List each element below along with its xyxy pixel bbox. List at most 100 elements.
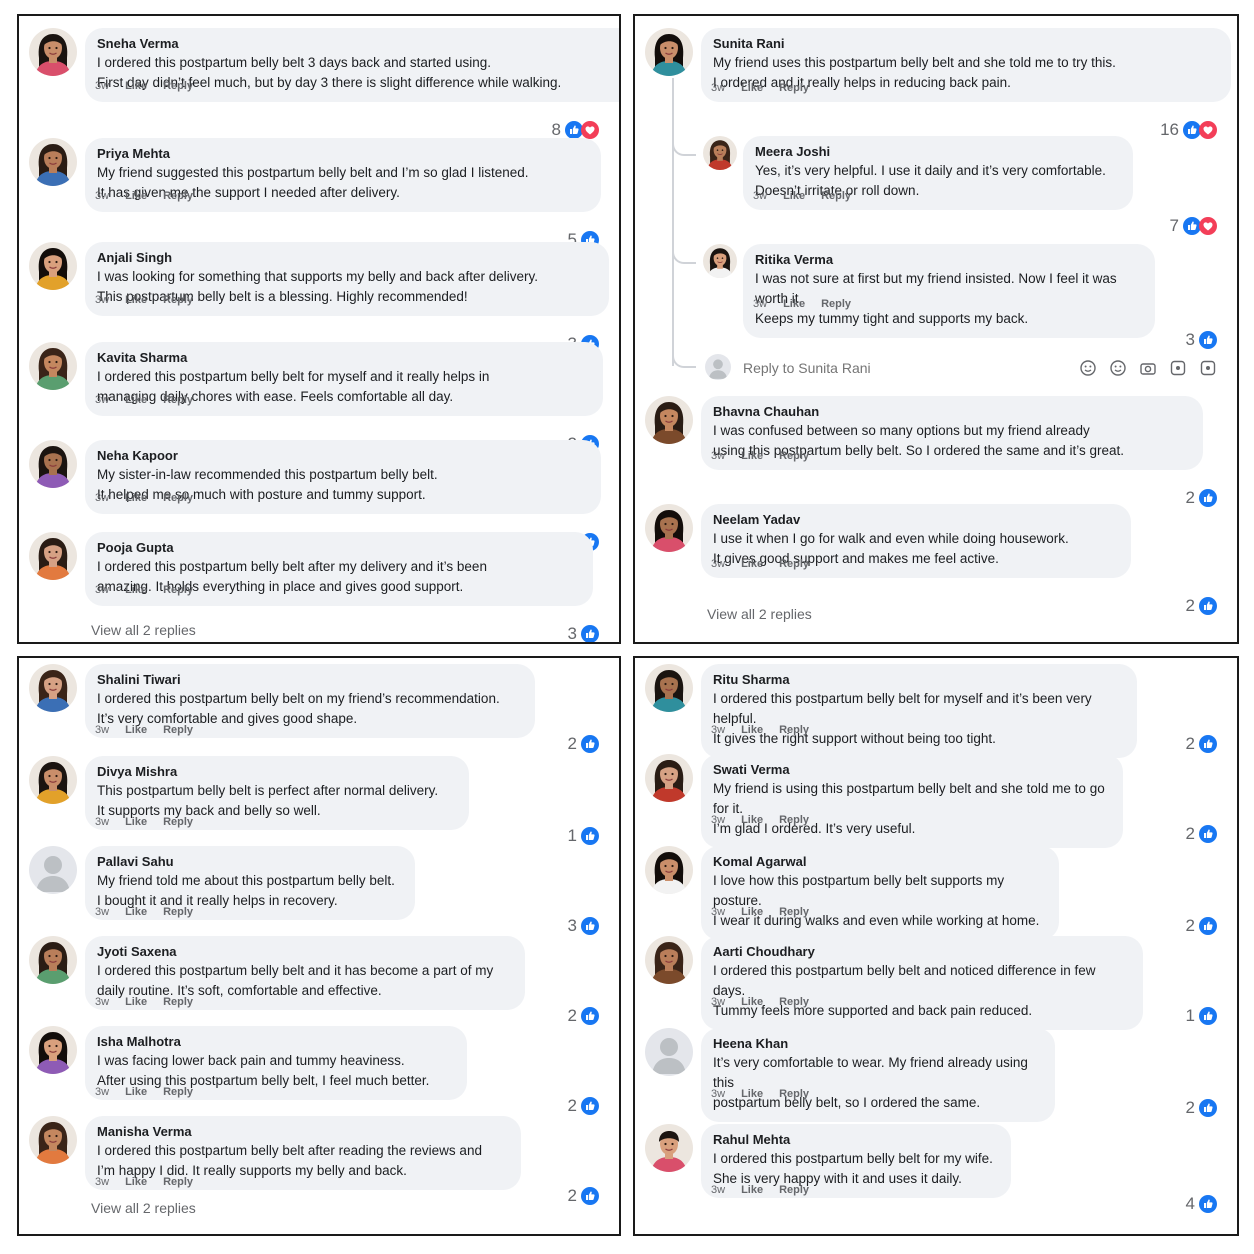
- reply-link[interactable]: Reply: [779, 906, 809, 918]
- commenter-name[interactable]: Kavita Sharma: [97, 349, 591, 367]
- reaction-summary[interactable]: 3: [568, 916, 599, 936]
- like-link[interactable]: Like: [741, 1088, 763, 1100]
- like-link[interactable]: Like: [125, 80, 147, 92]
- reply-link[interactable]: Reply: [163, 724, 193, 736]
- commenter-name[interactable]: Isha Malhotra: [97, 1033, 455, 1051]
- like-link[interactable]: Like: [741, 724, 763, 736]
- commenter-name[interactable]: Komal Agarwal: [713, 853, 1047, 871]
- like-link[interactable]: Like: [125, 724, 147, 736]
- reply-link[interactable]: Reply: [779, 450, 809, 462]
- avatar[interactable]: [645, 936, 693, 984]
- like-link[interactable]: Like: [741, 82, 763, 94]
- reaction-summary[interactable]: 7: [1170, 216, 1217, 236]
- reply-link[interactable]: Reply: [779, 724, 809, 736]
- avatar-sticker-icon[interactable]: [1109, 359, 1127, 377]
- reply-link[interactable]: Reply: [163, 80, 193, 92]
- avatar[interactable]: [29, 1026, 77, 1074]
- commenter-name[interactable]: Neha Kapoor: [97, 447, 589, 465]
- avatar[interactable]: [645, 664, 693, 712]
- commenter-name[interactable]: Swati Verma: [713, 761, 1111, 779]
- reply-link[interactable]: Reply: [821, 190, 851, 202]
- reply-link[interactable]: Reply: [163, 906, 193, 918]
- commenter-name[interactable]: Pooja Gupta: [97, 539, 581, 557]
- reaction-summary[interactable]: 3: [568, 624, 599, 642]
- reaction-summary[interactable]: 1: [1186, 1006, 1217, 1026]
- reaction-summary[interactable]: 2: [1186, 734, 1217, 754]
- commenter-name[interactable]: Anjali Singh: [97, 249, 597, 267]
- reaction-summary[interactable]: 2: [1186, 1098, 1217, 1118]
- commenter-name[interactable]: Heena Khan: [713, 1035, 1043, 1053]
- avatar[interactable]: [645, 1028, 693, 1076]
- avatar[interactable]: [703, 244, 737, 278]
- reply-link[interactable]: Reply: [163, 996, 193, 1008]
- commenter-name[interactable]: Meera Joshi: [755, 143, 1121, 161]
- view-all-replies-link[interactable]: View all 2 replies: [91, 1200, 196, 1216]
- reaction-summary[interactable]: 2: [1186, 596, 1217, 616]
- commenter-name[interactable]: Jyoti Saxena: [97, 943, 513, 961]
- like-link[interactable]: Like: [741, 906, 763, 918]
- avatar[interactable]: [645, 28, 693, 76]
- avatar[interactable]: [29, 846, 77, 894]
- like-link[interactable]: Like: [741, 1184, 763, 1196]
- reply-link[interactable]: Reply: [163, 190, 193, 202]
- reaction-summary[interactable]: 2: [568, 1186, 599, 1206]
- like-link[interactable]: Like: [741, 450, 763, 462]
- reaction-summary[interactable]: 4: [1186, 1194, 1217, 1214]
- like-link[interactable]: Like: [125, 1176, 147, 1188]
- like-link[interactable]: Like: [125, 190, 147, 202]
- like-link[interactable]: Like: [125, 294, 147, 306]
- avatar[interactable]: [645, 1124, 693, 1172]
- avatar[interactable]: [29, 664, 77, 712]
- reply-link[interactable]: Reply: [779, 996, 809, 1008]
- like-link[interactable]: Like: [125, 584, 147, 596]
- view-all-replies-link[interactable]: View all 2 replies: [91, 622, 196, 638]
- commenter-name[interactable]: Manisha Verma: [97, 1123, 509, 1141]
- emoji-icon[interactable]: [1079, 359, 1097, 377]
- commenter-name[interactable]: Ritu Sharma: [713, 671, 1125, 689]
- reaction-summary[interactable]: 8: [552, 120, 599, 140]
- like-link[interactable]: Like: [125, 1086, 147, 1098]
- commenter-name[interactable]: Sneha Verma: [97, 35, 619, 53]
- reaction-summary[interactable]: 1: [568, 826, 599, 846]
- reply-link[interactable]: Reply: [163, 584, 193, 596]
- reply-link[interactable]: Reply: [779, 814, 809, 826]
- avatar[interactable]: [29, 1116, 77, 1164]
- reply-link[interactable]: Reply: [163, 492, 193, 504]
- avatar[interactable]: [645, 504, 693, 552]
- commenter-name[interactable]: Ritika Verma: [755, 251, 1143, 269]
- reply-link[interactable]: Reply: [779, 1088, 809, 1100]
- reply-link[interactable]: Reply: [163, 294, 193, 306]
- camera-icon[interactable]: [1139, 359, 1157, 377]
- avatar[interactable]: [29, 242, 77, 290]
- avatar[interactable]: [29, 440, 77, 488]
- avatar[interactable]: [703, 136, 737, 170]
- commenter-name[interactable]: Sunita Rani: [713, 35, 1219, 53]
- commenter-name[interactable]: Shalini Tiwari: [97, 671, 523, 689]
- reaction-summary[interactable]: 2: [1186, 916, 1217, 936]
- commenter-name[interactable]: Aarti Choudhary: [713, 943, 1131, 961]
- sticker-icon[interactable]: [1199, 359, 1217, 377]
- commenter-name[interactable]: Rahul Mehta: [713, 1131, 999, 1149]
- avatar[interactable]: [29, 532, 77, 580]
- like-link[interactable]: Like: [125, 492, 147, 504]
- reaction-summary[interactable]: 2: [1186, 824, 1217, 844]
- reply-link[interactable]: Reply: [163, 394, 193, 406]
- reply-link[interactable]: Reply: [779, 82, 809, 94]
- reply-link[interactable]: Reply: [779, 558, 809, 570]
- reaction-summary[interactable]: 16: [1160, 120, 1217, 140]
- like-link[interactable]: Like: [783, 190, 805, 202]
- avatar[interactable]: [29, 756, 77, 804]
- reply-link[interactable]: Reply: [163, 1176, 193, 1188]
- reply-link[interactable]: Reply: [163, 816, 193, 828]
- reply-link[interactable]: Reply: [779, 1184, 809, 1196]
- like-link[interactable]: Like: [741, 996, 763, 1008]
- reaction-summary[interactable]: 3: [1186, 330, 1217, 350]
- reaction-summary[interactable]: 2: [1186, 488, 1217, 508]
- reaction-summary[interactable]: 2: [568, 1006, 599, 1026]
- commenter-name[interactable]: Bhavna Chauhan: [713, 403, 1191, 421]
- avatar[interactable]: [645, 846, 693, 894]
- reply-link[interactable]: Reply: [163, 1086, 193, 1098]
- commenter-name[interactable]: Priya Mehta: [97, 145, 589, 163]
- avatar[interactable]: [29, 342, 77, 390]
- like-link[interactable]: Like: [125, 816, 147, 828]
